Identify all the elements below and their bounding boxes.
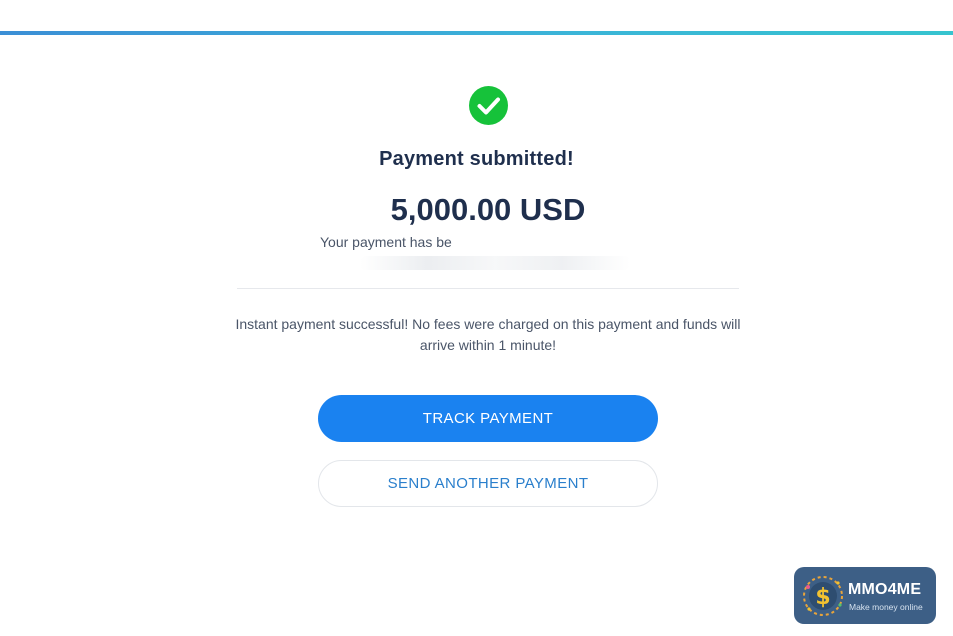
page-title: Payment submitted! [379,148,574,170]
redaction-mask [452,231,692,253]
payment-details-text: Your payment has been [320,234,468,250]
payment-confirmation-page: Payment submitted! 5,000.00 USD Your pay… [0,0,953,636]
instant-payment-message: Instant payment successful! No fees were… [235,316,741,353]
send-another-payment-button[interactable]: SEND ANOTHER PAYMENT [318,460,658,507]
payment-amount: 5,000.00 USD [390,192,586,227]
redaction-smudge [360,256,630,270]
dollar-logo-icon: $ [803,576,843,616]
track-payment-button[interactable]: TRACK PAYMENT [318,395,658,442]
section-divider [237,288,739,289]
svg-text:$: $ [815,585,830,610]
top-accent-bar [0,31,953,35]
watermark-tagline: Make money online [849,602,923,612]
watermark-name: MMO4ME [848,581,922,598]
check-circle-icon [469,86,508,125]
watermark-badge: $ MMO4ME Make money online [794,567,936,624]
